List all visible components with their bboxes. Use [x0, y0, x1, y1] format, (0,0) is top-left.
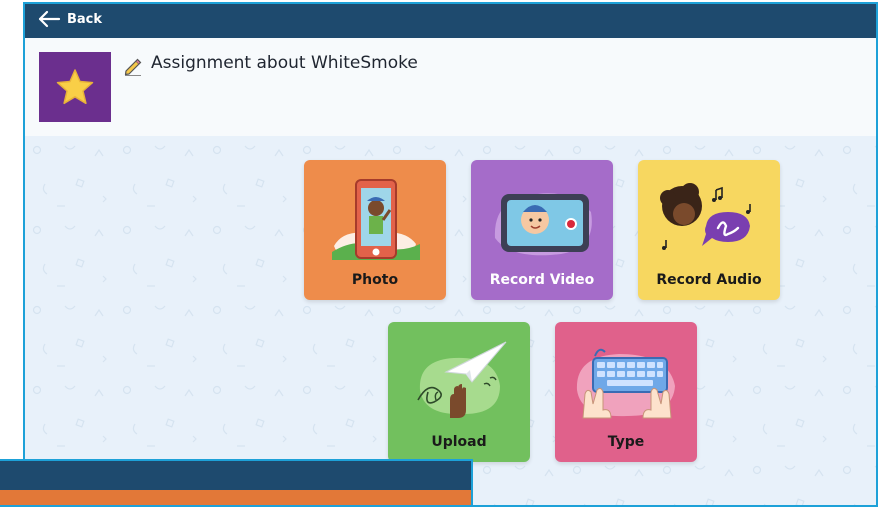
- back-button[interactable]: Back: [37, 10, 102, 28]
- option-label: Record Audio: [656, 272, 762, 288]
- record-audio-option[interactable]: Record Audio: [638, 160, 780, 300]
- background-window-strip: [0, 459, 473, 507]
- option-label: Type: [607, 434, 645, 450]
- photo-illustration: [332, 179, 420, 260]
- top-bar: Back: [25, 4, 876, 38]
- assignment-header: Assignment about WhiteSmoke: [25, 38, 876, 137]
- record-video-option[interactable]: Record Video: [471, 160, 613, 300]
- type-illustration: [576, 348, 675, 419]
- upload-illustration: [417, 341, 507, 418]
- pencil-icon[interactable]: [123, 56, 143, 76]
- assignment-thumbnail: [39, 52, 111, 122]
- back-label: Back: [67, 11, 103, 27]
- video-illustration: [494, 193, 592, 256]
- app-window: Back Assignment about WhiteSmoke Photo R…: [23, 2, 878, 507]
- background-window-content: [0, 490, 471, 505]
- option-label: Record Video: [489, 272, 595, 288]
- background-window-titlebar: [0, 461, 471, 490]
- star-icon: [56, 69, 94, 105]
- option-label: Photo: [351, 272, 399, 288]
- option-label: Upload: [431, 434, 487, 450]
- assignment-title: Assignment about WhiteSmoke: [151, 53, 418, 73]
- photo-option[interactable]: Photo: [304, 160, 446, 300]
- arrow-left-icon: [38, 10, 61, 28]
- audio-illustration: [660, 183, 751, 250]
- upload-option[interactable]: Upload: [388, 322, 530, 462]
- type-option[interactable]: Type: [555, 322, 697, 462]
